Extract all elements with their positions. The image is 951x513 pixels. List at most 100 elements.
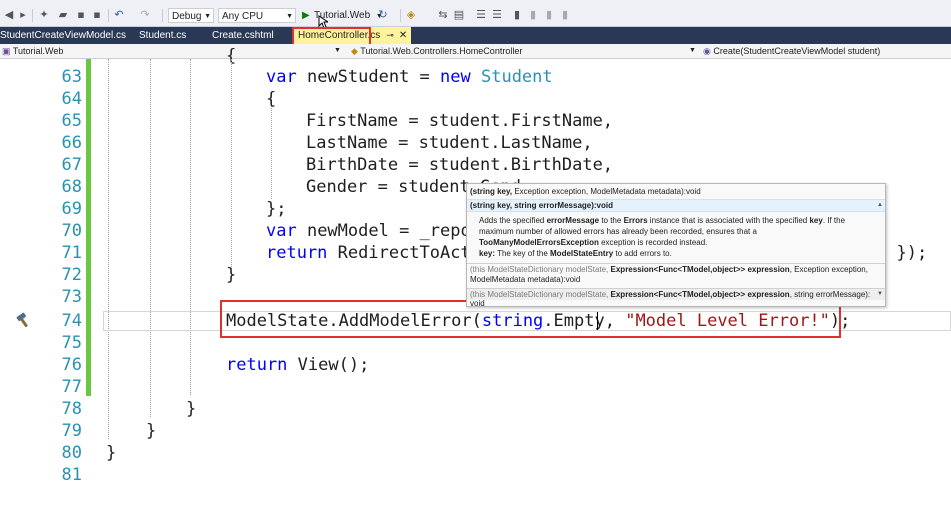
scroll-up-icon[interactable]: ▲ [877,202,883,208]
overload-signature: (string key, string errorMessage):void [470,201,613,210]
line-number: 81 [61,465,82,485]
code-token: ); [829,311,851,331]
member-dropdown[interactable]: ◉ Create(StudentCreateViewModel student) [703,44,951,58]
toggle-icon[interactable]: ▤ [452,8,466,22]
code-token: , [604,311,626,331]
code-line: FirstName = student.FirstName, [306,111,614,131]
tab-homecontroller[interactable]: HomeController.cs ⊸ ✕ [294,27,412,44]
keyword-token: var [266,221,297,241]
line-number: 65 [61,111,82,131]
open-file-icon[interactable]: ▰ [56,8,70,22]
redo-icon[interactable]: ↷ [138,8,152,22]
tab-label: StudentCreateViewModel.cs [0,30,126,41]
tab-student[interactable]: Student.cs [139,27,186,44]
save-all-icon[interactable]: ▪ [90,8,104,22]
line-number: 70 [61,221,82,241]
save-icon[interactable]: ▪ [74,8,88,22]
next-bookmark-icon[interactable]: ▮ [542,8,556,22]
prev-bookmark-icon[interactable]: ▮ [526,8,540,22]
browser-link-icon[interactable]: ◈ [404,8,418,22]
overload-signature: void [470,299,485,308]
intellisense-overload-list[interactable]: (string key, Exception exception, ModelM… [466,183,886,308]
keyword-token: new [440,67,471,87]
tab-label: Create.cshtml [212,30,274,41]
line-number: 73 [61,287,82,307]
line-number: 74 [61,311,82,331]
line-number: 67 [61,155,82,175]
configuration-dropdown[interactable]: Debug ▼ [168,8,214,23]
member-value: Create(StudentCreateViewModel student) [713,46,881,56]
string-token: "Model Level Error!" [625,311,830,331]
platform-value: Any CPU [222,11,264,22]
tab-studentcreateviewmodel[interactable]: StudentCreateViewModel.cs [0,27,126,44]
bookmark-icon[interactable]: ▮ [510,8,524,22]
start-debugging-button[interactable]: ▶ Tutorial.Web ▼ [300,7,383,24]
chevron-down-icon: ▼ [286,13,293,20]
line-number: 75 [61,333,82,353]
overload-item[interactable]: (string key, Exception exception, ModelM… [467,186,885,197]
code-token: ModelState.AddModelError( [226,311,482,331]
param-description: key: The key of the ModelStateEntry to a… [479,249,672,258]
keyword-token: var [266,67,297,87]
indent-guide [231,59,232,269]
overload-signature: ModelMetadata metadata):void [470,275,581,284]
close-icon[interactable]: ✕ [399,30,407,41]
platform-dropdown[interactable]: Any CPU ▼ [218,8,296,23]
navigation-bar: ▣ Tutorial.Web ▼ ◆ Tutorial.Web.Controll… [0,44,951,59]
chevron-down-icon: ▼ [204,13,211,20]
line-number: 76 [61,355,82,375]
toolbar-separator [400,9,401,22]
project-dropdown[interactable]: ▣ Tutorial.Web ▼ [2,44,342,58]
tab-create-cshtml[interactable]: Create.cshtml [212,27,274,44]
indent-guide [271,99,272,199]
code-token: View(); [287,355,370,375]
code-token: newModel = _repo [296,221,471,241]
toolbar-separator [32,9,33,22]
code-line: return RedirectToAct [266,242,471,264]
indent-guide [108,59,109,439]
tab-label: HomeController.cs [298,30,381,41]
code-line: { [266,89,277,109]
type-token: Student [480,67,553,87]
forward-icon[interactable]: ▸ [16,8,30,22]
indent-guide [190,59,191,395]
back-icon[interactable]: ◀ [2,8,16,22]
code-line: var newModel = _repo [266,220,471,242]
overload-description: maximum number of allowed errors has alr… [479,227,757,236]
change-margin [86,59,91,396]
navigate-icon[interactable]: ⇆ [436,8,450,22]
overload-param: (string key, [470,187,515,196]
code-line: } [226,265,237,285]
line-number: 71 [61,243,82,263]
new-project-icon[interactable]: ✦ [37,8,51,22]
class-value: Tutorial.Web.Controllers.HomeController [360,46,523,56]
undo-icon[interactable]: ↶ [112,8,126,22]
toolbar-separator [162,9,163,22]
quick-actions-hammer-icon[interactable] [14,311,32,329]
line-number: 80 [61,443,82,463]
refresh-icon[interactable]: ↻ [376,8,390,22]
code-line: return View(); [226,354,369,376]
document-tab-bar: StudentCreateViewModel.cs Student.cs Cre… [0,27,951,44]
overload-item-selected[interactable]: (string key, string errorMessage):void [467,199,885,212]
code-token: RedirectToAct [327,243,471,263]
line-number: 69 [61,199,82,219]
overload-description: TooManyModelErrorsException exception is… [479,238,708,247]
code-line: BirthDate = student.BirthDate, [306,155,614,175]
line-number: 66 [61,133,82,153]
pin-icon[interactable]: ⊸ [386,30,394,40]
configuration-value: Debug [172,11,202,22]
standard-toolbar: ◀ ▸ ✦ ▰ ▪ ▪ ↶ ↷ Debug ▼ Any CPU ▼ ▶ Tuto… [0,4,951,27]
line-number: 68 [61,177,82,197]
project-value: Tutorial.Web [12,46,64,56]
play-icon: ▶ [302,10,310,21]
chevron-down-icon: ▼ [334,47,341,54]
indent-guide [150,59,151,417]
uncomment-icon[interactable]: ☰ [490,8,504,22]
clear-bookmarks-icon[interactable]: ▮ [558,8,572,22]
scroll-down-icon[interactable]: ▼ [877,291,883,297]
comment-icon[interactable]: ☰ [474,8,488,22]
code-token: newStudent = [296,67,441,87]
class-dropdown[interactable]: ◆ Tutorial.Web.Controllers.HomeControlle… [351,44,697,58]
code-line: var newStudent = new Student [266,66,553,88]
